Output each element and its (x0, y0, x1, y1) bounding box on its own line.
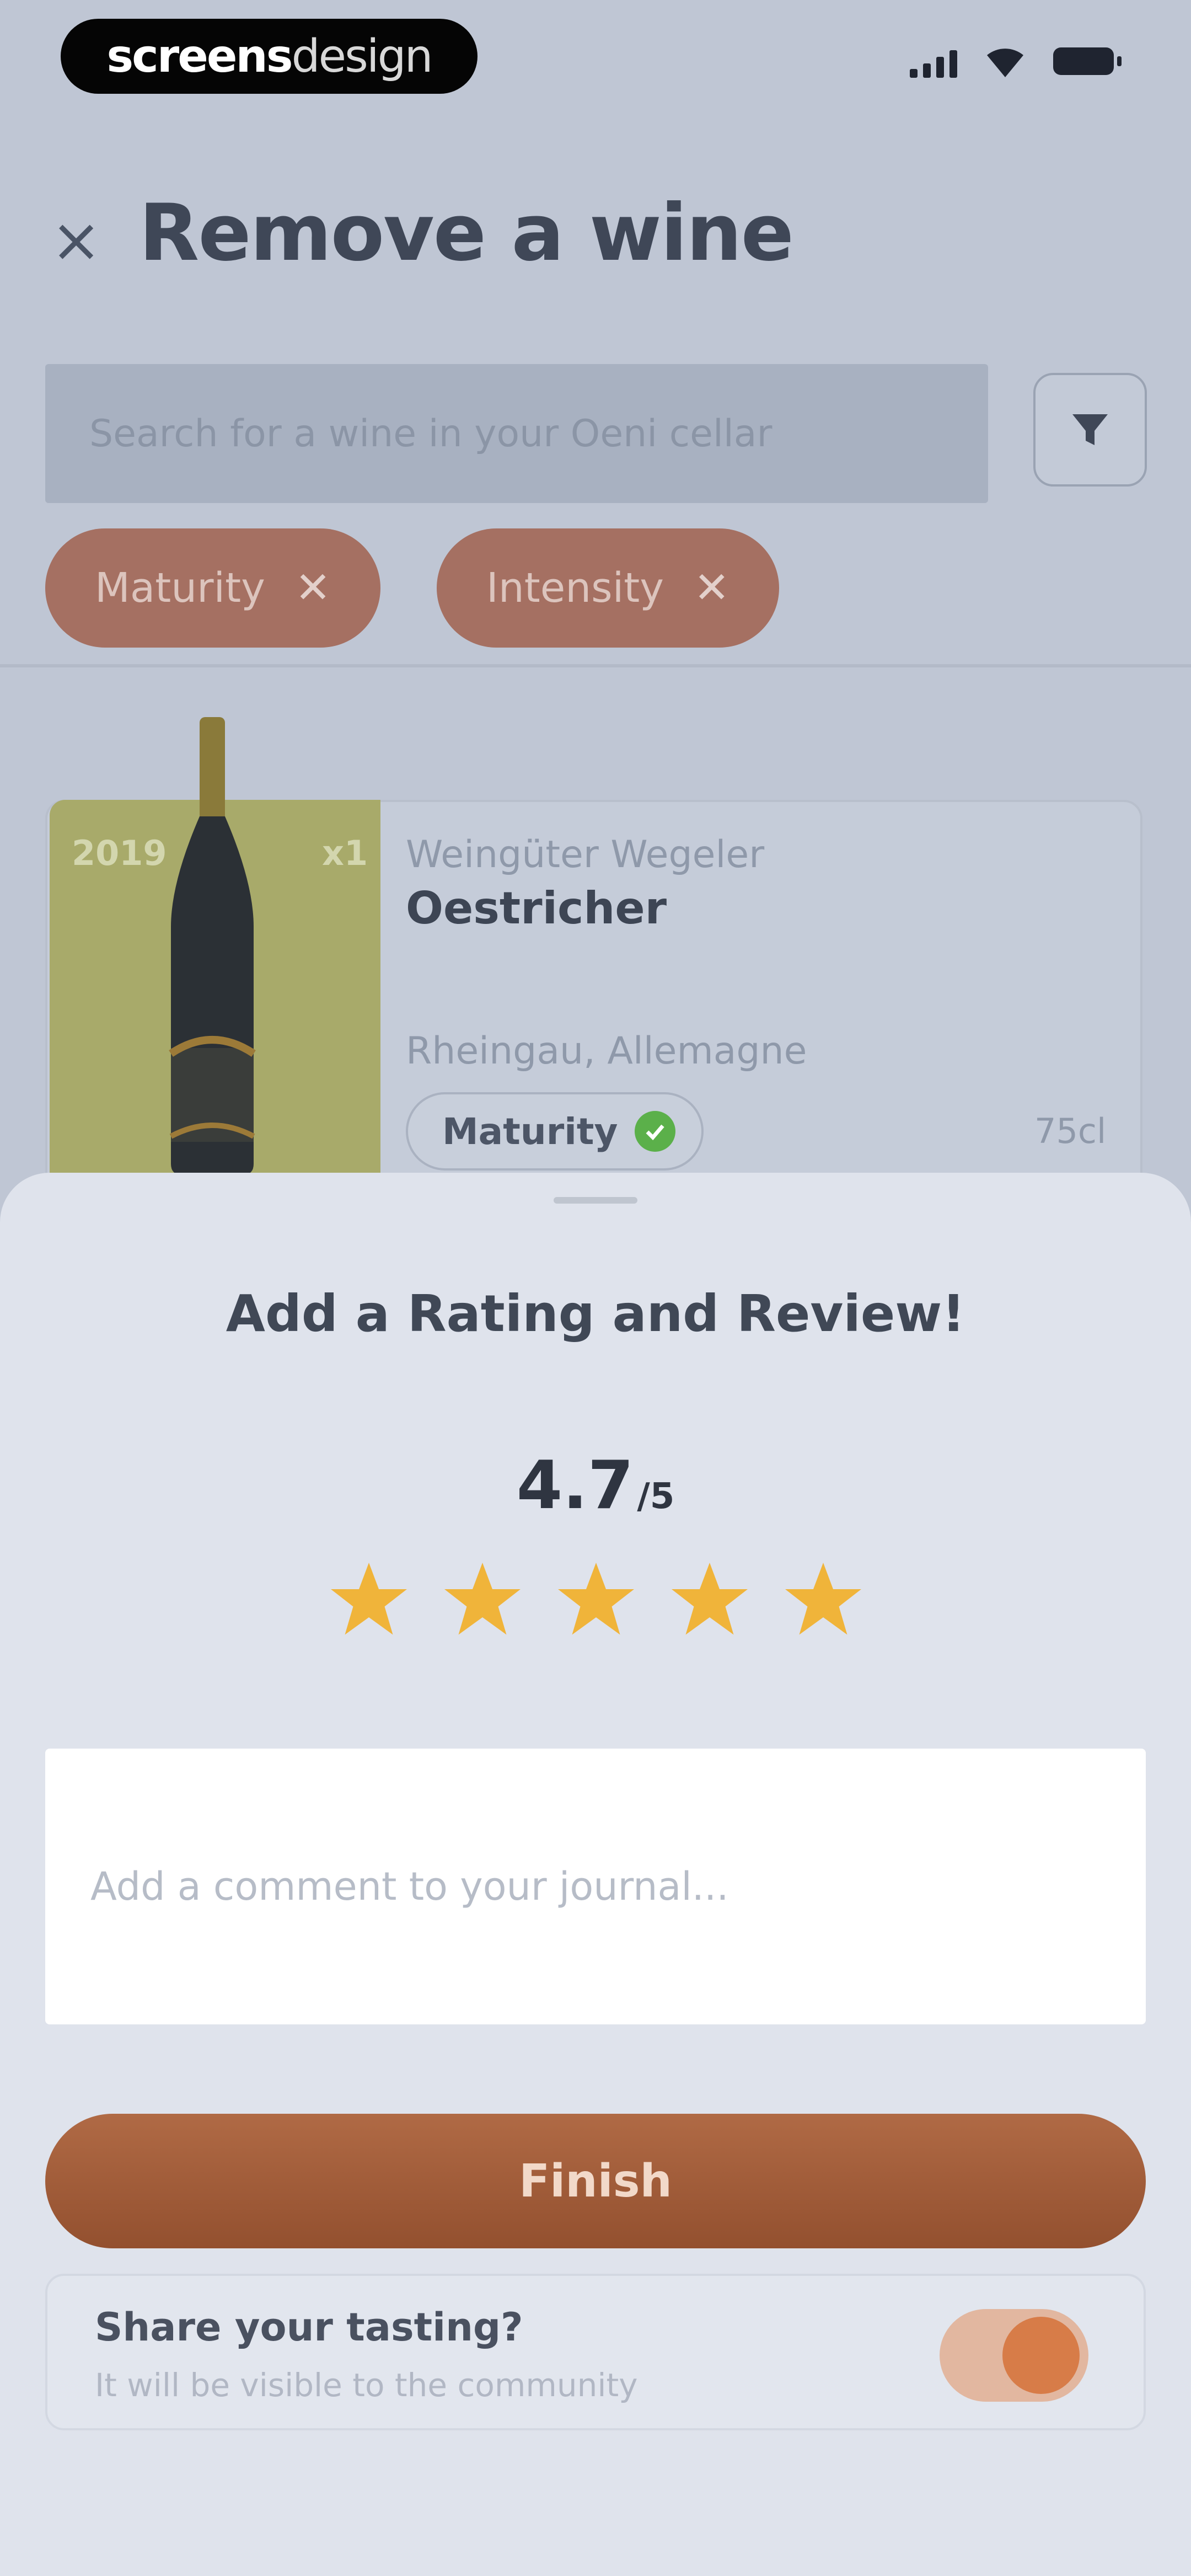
filter-icon (1072, 414, 1108, 445)
star-icon[interactable] (441, 1558, 524, 1640)
rating-value: 4.7 (516, 1447, 634, 1524)
sheet-grabber[interactable] (554, 1197, 637, 1204)
star-icon[interactable] (555, 1558, 637, 1640)
star-icon[interactable] (782, 1558, 865, 1640)
finish-button[interactable]: Finish (45, 2114, 1146, 2248)
bottle-quantity: x1 (322, 833, 368, 873)
toggle-knob (1002, 2317, 1080, 2394)
divider (0, 664, 1191, 667)
filter-button[interactable] (1033, 373, 1147, 487)
status-bar (910, 44, 1122, 78)
star-icon[interactable] (328, 1558, 410, 1640)
chip-label: Intensity (486, 564, 664, 612)
wine-name: Oestricher (406, 883, 667, 934)
maturity-label: Maturity (442, 1110, 618, 1153)
share-subtitle: It will be visible to the community (95, 2366, 638, 2404)
remove-chip-icon[interactable]: ✕ (694, 563, 729, 613)
battery-icon (1053, 47, 1122, 75)
wine-bottle-image (169, 717, 256, 1175)
remove-chip-icon[interactable]: ✕ (295, 563, 331, 613)
signal-icon (910, 45, 957, 78)
filter-chip-intensity[interactable]: Intensity ✕ (437, 528, 780, 648)
star-rating[interactable] (328, 1558, 865, 1640)
wine-producer: Weingüter Wegeler (406, 833, 765, 877)
filter-chip-maturity[interactable]: Maturity ✕ (45, 528, 381, 648)
chip-label: Maturity (95, 564, 265, 612)
check-icon (634, 1111, 675, 1152)
maturity-badge: Maturity (406, 1092, 704, 1171)
vintage-year: 2019 (72, 833, 167, 873)
wifi-icon (987, 49, 1023, 77)
screensdesign-logo: screens design (61, 19, 478, 94)
search-input[interactable]: Search for a wine in your Oeni cellar (45, 364, 988, 503)
share-title: Share your tasting? (95, 2305, 523, 2350)
wine-region: Rheingau, Allemagne (406, 1029, 807, 1073)
bottle-volume: 75cl (1034, 1111, 1107, 1151)
share-toggle[interactable] (940, 2309, 1088, 2402)
close-icon[interactable]: × (51, 210, 101, 270)
sheet-title: Add a Rating and Review! (226, 1284, 965, 1343)
page-title: Remove a wine (139, 188, 794, 279)
rating-score: 4.7/5 (0, 1447, 1191, 1524)
rating-max: /5 (637, 1476, 675, 1517)
star-icon[interactable] (668, 1558, 751, 1640)
comment-field[interactable]: Add a comment to your journal... (45, 1749, 1146, 2024)
